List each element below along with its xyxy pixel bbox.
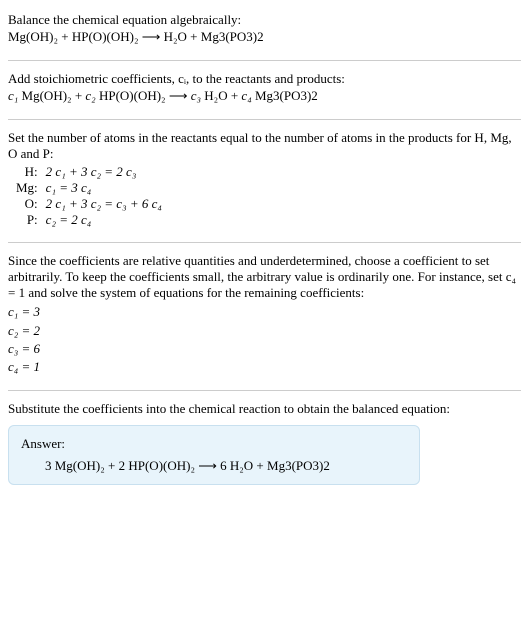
answer-label: Answer:: [21, 436, 407, 452]
solution-line: c₁ = 3: [8, 303, 521, 321]
coeff-c4: c₄: [241, 88, 251, 103]
divider: [8, 242, 521, 243]
step3-text: Since the coefficients are relative quan…: [8, 253, 521, 301]
product1: H₂O +: [201, 88, 241, 103]
divider: [8, 119, 521, 120]
product2: Mg3(PO3)2: [252, 88, 318, 103]
atom-equation: c₁ = 3 c₄: [46, 180, 162, 196]
answer-equation: 3 Mg(OH)₂ + 2 HP(O)(OH)₂ ⟶ 6 H₂O + Mg3(P…: [45, 458, 407, 474]
atom-label: O:: [16, 196, 46, 212]
solutions-list: c₁ = 3 c₂ = 2 c₃ = 6 c₄ = 1: [8, 303, 521, 376]
atom-label: H:: [16, 164, 46, 180]
equation-with-coeffs: c₁ Mg(OH)₂ + c₂ HP(O)(OH)₂ ⟶ c₃ H₂O + c₄…: [8, 87, 521, 105]
step4-text: Substitute the coefficients into the che…: [8, 401, 521, 417]
coeff-c1: c₁: [8, 88, 18, 103]
step1-text: Add stoichiometric coefficients, cᵢ, to …: [8, 71, 521, 87]
step2-text: Set the number of atoms in the reactants…: [8, 130, 521, 162]
equation-unbalanced: Mg(OH)₂ + HP(O)(OH)₂ ⟶ H₂O + Mg3(PO3)2: [8, 28, 521, 46]
atom-equation: c₂ = 2 c₄: [46, 212, 162, 228]
step-atom-balance: Set the number of atoms in the reactants…: [8, 126, 521, 236]
coeff-c3: c₃: [191, 88, 201, 103]
coeff-c2: c₂: [85, 88, 95, 103]
reactant2: HP(O)(OH)₂ ⟶: [96, 88, 191, 103]
atom-equation: 2 c₁ + 3 c₂ = 2 c₃: [46, 164, 162, 180]
atom-row: Mg: c₁ = 3 c₄: [16, 180, 162, 196]
atom-label: P:: [16, 212, 46, 228]
divider: [8, 60, 521, 61]
atom-row: H: 2 c₁ + 3 c₂ = 2 c₃: [16, 164, 162, 180]
intro-text: Balance the chemical equation algebraica…: [8, 12, 521, 28]
atom-equations: H: 2 c₁ + 3 c₂ = 2 c₃ Mg: c₁ = 3 c₄ O: 2…: [16, 164, 162, 228]
step-solve: Since the coefficients are relative quan…: [8, 249, 521, 384]
reactant1: Mg(OH)₂ +: [18, 88, 85, 103]
intro-section: Balance the chemical equation algebraica…: [8, 8, 521, 54]
solution-line: c₂ = 2: [8, 322, 521, 340]
step-substitute: Substitute the coefficients into the che…: [8, 397, 521, 493]
atom-row: P: c₂ = 2 c₄: [16, 212, 162, 228]
divider: [8, 390, 521, 391]
atom-equation: 2 c₁ + 3 c₂ = c₃ + 6 c₄: [46, 196, 162, 212]
solution-line: c₄ = 1: [8, 358, 521, 376]
answer-box: Answer: 3 Mg(OH)₂ + 2 HP(O)(OH)₂ ⟶ 6 H₂O…: [8, 425, 420, 485]
atom-label: Mg:: [16, 180, 46, 196]
solution-line: c₃ = 6: [8, 340, 521, 358]
atom-row: O: 2 c₁ + 3 c₂ = c₃ + 6 c₄: [16, 196, 162, 212]
step-coefficients: Add stoichiometric coefficients, cᵢ, to …: [8, 67, 521, 113]
